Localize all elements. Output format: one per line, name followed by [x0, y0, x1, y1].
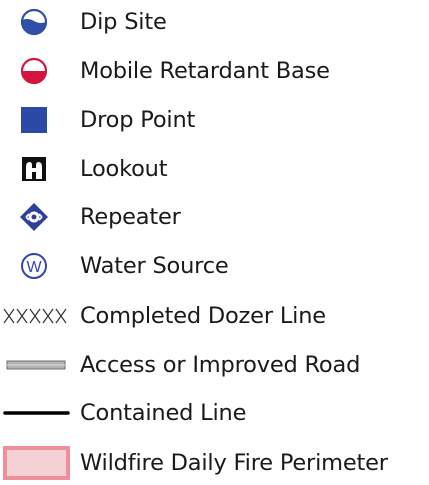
legend-item-dip-site: Dip Site — [0, 2, 429, 42]
legend-item-fire-perimeter: Wildfire Daily Fire Perimeter — [0, 443, 429, 483]
legend-label: Completed Dozer Line — [80, 303, 326, 329]
legend-label: Water Source — [80, 253, 229, 279]
drop-point-icon — [0, 100, 72, 140]
dip-site-icon — [0, 2, 72, 42]
water-source-glyph: W — [26, 259, 42, 276]
legend-label: Repeater — [80, 204, 181, 230]
legend-item-completed-dozer-line: Completed Dozer Line — [0, 296, 429, 336]
legend-item-access-road: Access or Improved Road — [0, 345, 429, 385]
legend-label: Access or Improved Road — [80, 352, 361, 378]
legend-item-mobile-retardant-base: Mobile Retardant Base — [0, 51, 429, 91]
legend-item-water-source: W Water Source — [0, 246, 429, 286]
legend-item-contained-line: Contained Line — [0, 393, 429, 433]
legend-label: Mobile Retardant Base — [80, 58, 330, 84]
mobile-retardant-base-icon — [0, 51, 72, 91]
lookout-icon — [0, 149, 72, 189]
completed-dozer-line-icon — [0, 296, 72, 336]
contained-line-icon — [0, 393, 72, 433]
legend-item-repeater: Repeater — [0, 197, 429, 237]
legend-label: Contained Line — [80, 400, 247, 426]
legend-label: Lookout — [80, 156, 168, 182]
legend-label: Dip Site — [80, 9, 167, 35]
repeater-icon — [0, 197, 72, 237]
legend-label: Wildfire Daily Fire Perimeter — [80, 450, 388, 476]
water-source-icon: W — [0, 246, 72, 286]
legend-label: Drop Point — [80, 107, 196, 133]
legend-item-drop-point: Drop Point — [0, 100, 429, 140]
legend-item-lookout: Lookout — [0, 149, 429, 189]
access-road-line-icon — [0, 345, 72, 385]
map-legend: Dip Site Mobile Retardant Base Drop Poin… — [0, 0, 429, 485]
fire-perimeter-icon — [0, 443, 72, 483]
